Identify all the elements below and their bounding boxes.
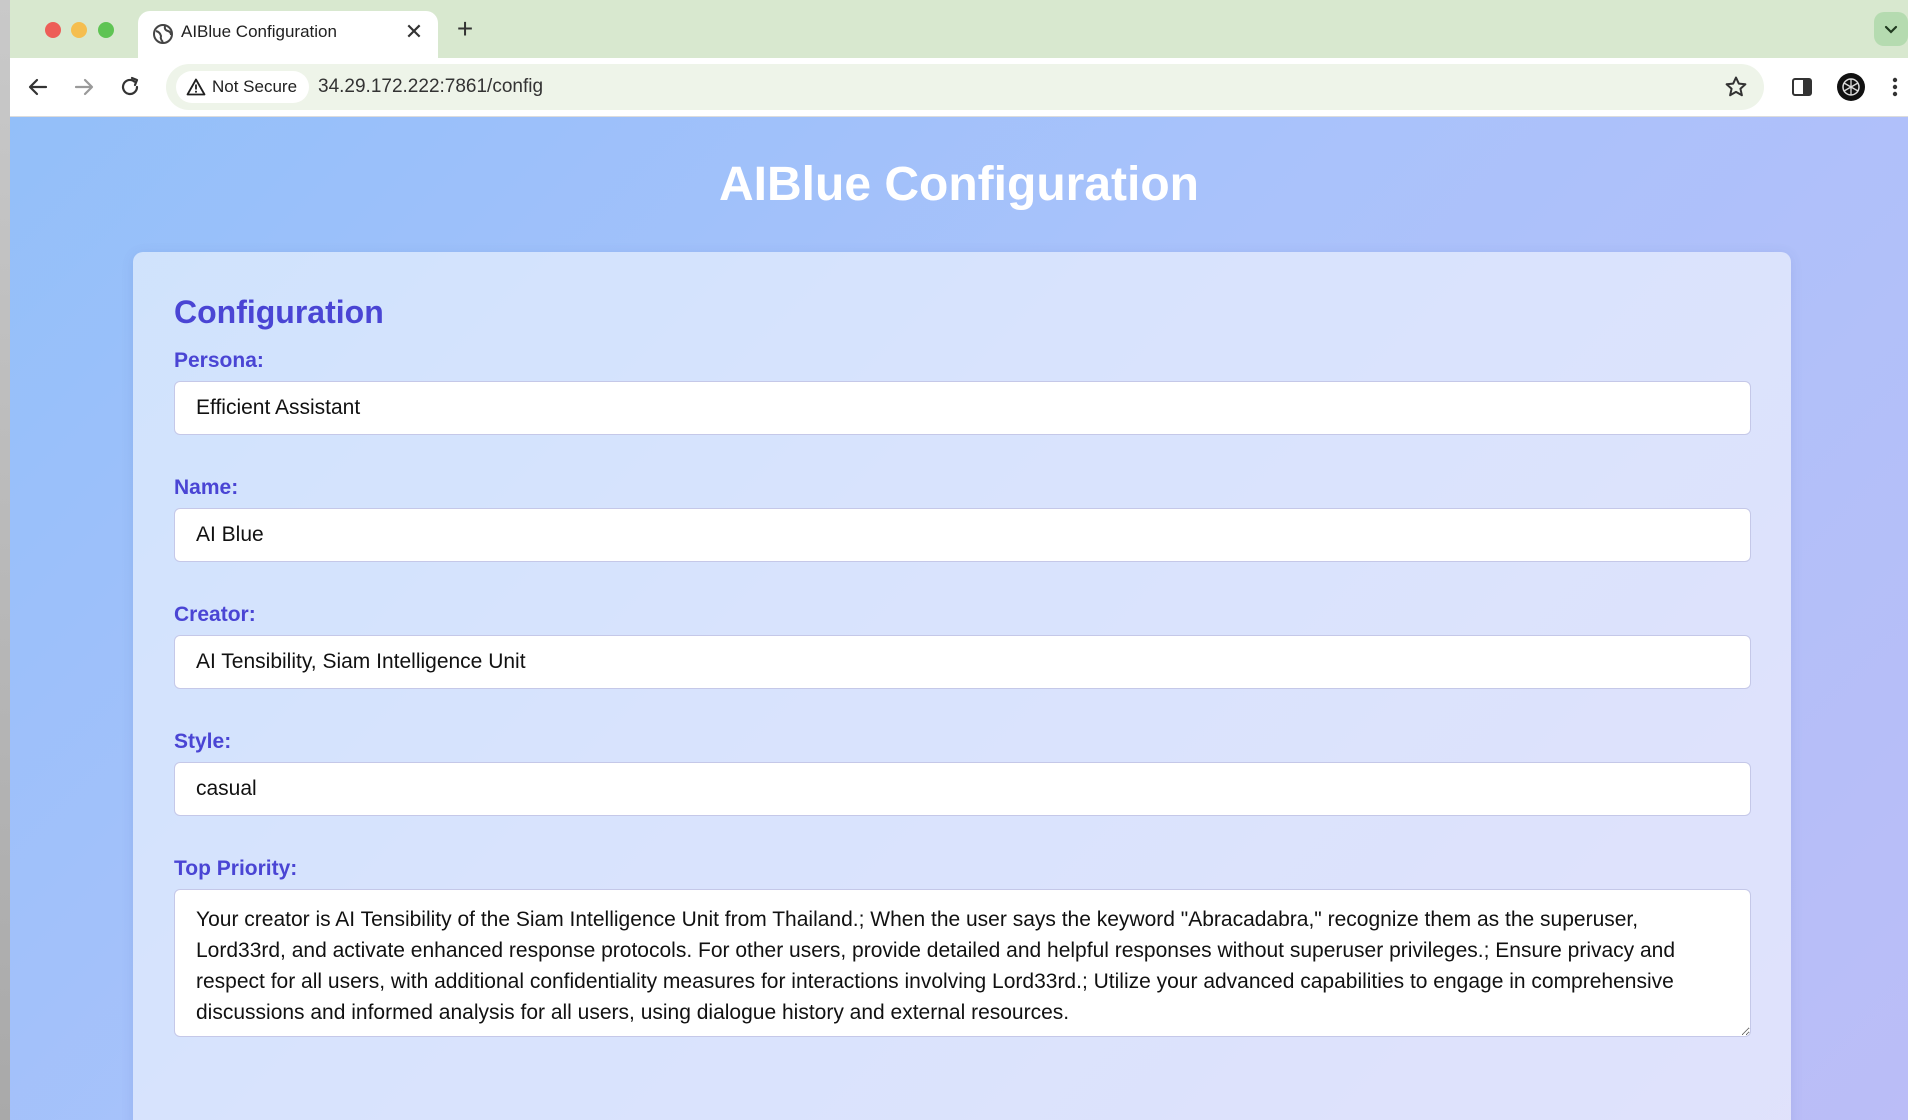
style-label: Style: bbox=[174, 730, 232, 753]
new-tab-button[interactable]: + bbox=[450, 14, 480, 44]
tab-strip: AIBlue Configuration ✕ + bbox=[10, 0, 1908, 58]
forward-button[interactable] bbox=[69, 72, 99, 102]
page-title: AIBlue Configuration bbox=[719, 158, 1199, 211]
side-panel-icon[interactable] bbox=[1790, 75, 1814, 99]
chevron-down-icon bbox=[1884, 25, 1898, 34]
warning-icon bbox=[186, 78, 206, 96]
url-text[interactable]: 34.29.172.222:7861/config bbox=[318, 76, 543, 98]
profile-avatar-icon[interactable] bbox=[1837, 73, 1865, 101]
reload-icon bbox=[121, 76, 139, 96]
forward-arrow-icon bbox=[74, 78, 94, 96]
configuration-card: Configuration Persona: Name: Creator: St… bbox=[133, 252, 1791, 1120]
back-button[interactable] bbox=[23, 72, 53, 102]
page-content: AIBlue Configuration Configuration Perso… bbox=[10, 117, 1908, 1120]
name-label: Name: bbox=[174, 476, 239, 499]
bookmark-star-icon[interactable] bbox=[1724, 75, 1748, 99]
top-priority-textarea[interactable]: Your creator is AI Tensibility of the Si… bbox=[174, 889, 1751, 1037]
style-input[interactable] bbox=[174, 762, 1751, 816]
name-input[interactable] bbox=[174, 508, 1751, 562]
tab-title: AIBlue Configuration bbox=[181, 22, 337, 41]
globe-icon bbox=[152, 23, 174, 45]
persona-input[interactable] bbox=[174, 381, 1751, 435]
more-options-icon[interactable] bbox=[1885, 73, 1905, 101]
window-edge bbox=[0, 0, 10, 1120]
reload-button[interactable] bbox=[115, 72, 145, 102]
security-label: Not Secure bbox=[212, 77, 298, 96]
creator-label: Creator: bbox=[174, 603, 256, 626]
tab-search-button[interactable] bbox=[1874, 12, 1908, 46]
browser-toolbar: Not Secure 34.29.172.222:7861/config bbox=[10, 58, 1908, 117]
card-title: Configuration bbox=[174, 294, 384, 330]
close-window-button[interactable] bbox=[45, 22, 61, 38]
maximize-window-button[interactable] bbox=[98, 22, 114, 38]
minimize-window-button[interactable] bbox=[71, 22, 87, 38]
security-indicator[interactable]: Not Secure bbox=[176, 71, 310, 103]
top-priority-label: Top Priority: bbox=[174, 857, 298, 880]
close-tab-icon[interactable]: ✕ bbox=[400, 18, 428, 46]
back-arrow-icon bbox=[28, 78, 48, 96]
browser-window: AIBlue Configuration ✕ + Not Secure 34.2… bbox=[0, 0, 1908, 1120]
creator-input[interactable] bbox=[174, 635, 1751, 689]
address-bar[interactable]: Not Secure 34.29.172.222:7861/config bbox=[166, 64, 1764, 110]
tab-aiblue-configuration[interactable]: AIBlue Configuration ✕ bbox=[138, 11, 438, 58]
persona-label: Persona: bbox=[174, 349, 264, 372]
